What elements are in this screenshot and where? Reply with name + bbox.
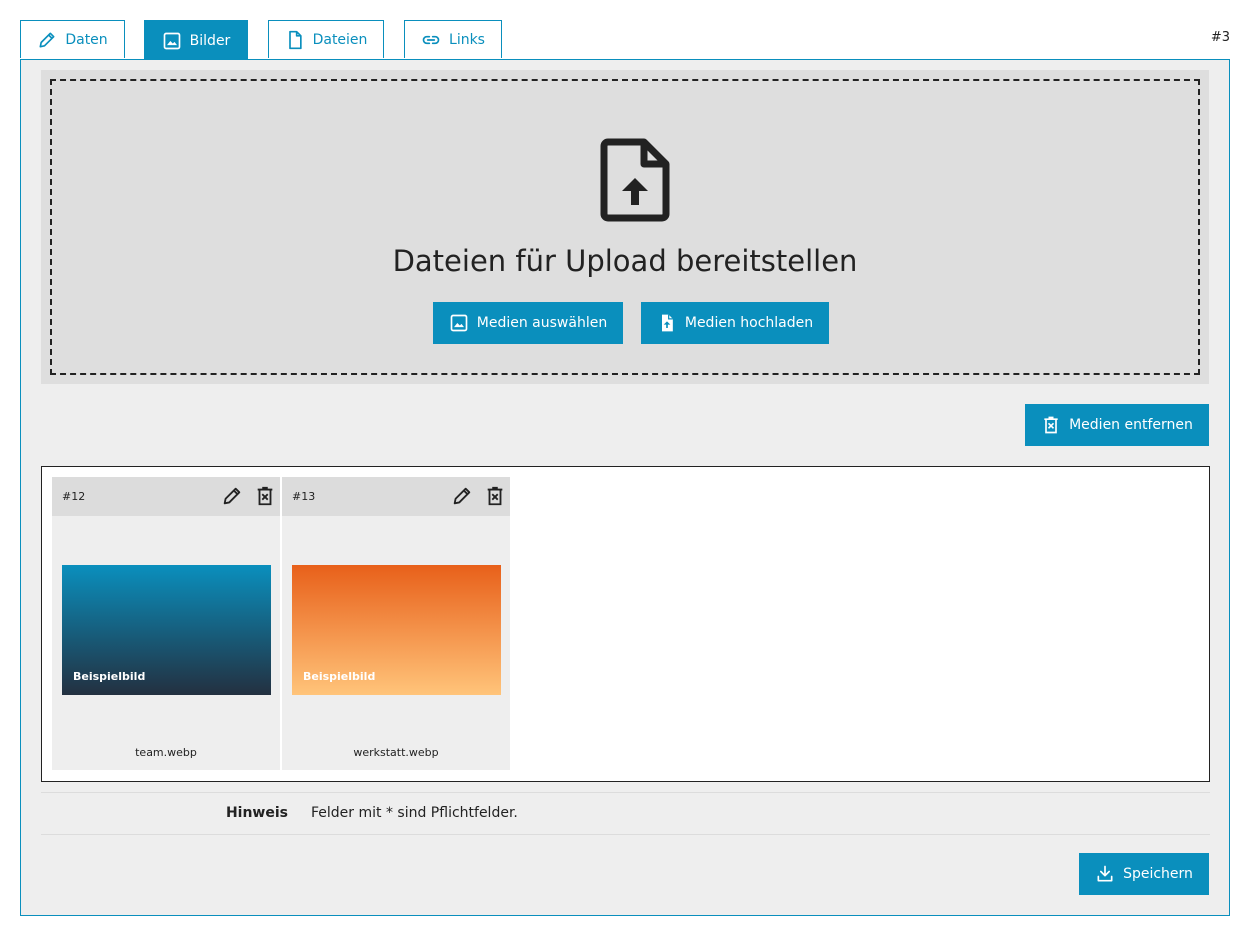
media-filename: team.webp <box>135 746 197 759</box>
file-upload-icon <box>600 138 670 222</box>
trash-icon <box>1044 416 1058 434</box>
file-upload-icon <box>661 314 673 332</box>
delete-media-button[interactable] <box>484 485 506 507</box>
media-panel: Dateien für Upload bereitstellen Medien … <box>20 59 1230 916</box>
dropzone-border: Dateien für Upload bereitstellen Medien … <box>50 79 1200 375</box>
file-icon <box>288 30 302 49</box>
upload-dropzone[interactable]: Dateien für Upload bereitstellen Medien … <box>41 70 1209 384</box>
button-label: Speichern <box>1123 866 1193 882</box>
hint-label: Hinweis <box>225 805 288 821</box>
delete-media-button[interactable] <box>254 485 276 507</box>
media-thumbnail: Beispielbild <box>292 565 501 695</box>
thumbnail-caption: Beispielbild <box>73 670 146 683</box>
media-card[interactable]: #12 Beispielbild team.webp <box>52 477 280 770</box>
dropzone-title: Dateien für Upload bereitstellen <box>392 244 858 278</box>
hint-row: Hinweis Felder mit * sind Pflichtfelder. <box>41 792 1210 835</box>
hint-text: Felder mit * sind Pflichtfelder. <box>311 805 518 821</box>
tab-label: Bilder <box>189 32 231 49</box>
edit-media-button[interactable] <box>451 485 473 507</box>
upload-media-button[interactable]: Medien hochladen <box>641 302 829 344</box>
media-id: #12 <box>62 490 86 503</box>
tab-links[interactable]: Links <box>404 20 502 58</box>
pencil-icon <box>453 487 471 505</box>
button-label: Medien auswählen <box>476 315 608 331</box>
button-label: Medien hochladen <box>684 315 814 331</box>
media-card[interactable]: #13 Beispielbild werkstatt.webp <box>282 477 510 770</box>
image-icon <box>450 314 468 332</box>
select-media-button[interactable]: Medien auswählen <box>433 302 623 344</box>
save-button[interactable]: Speichern <box>1079 853 1209 895</box>
trash-icon <box>487 486 503 506</box>
card-header: #12 <box>52 477 280 516</box>
media-id: #13 <box>292 490 316 503</box>
image-icon <box>163 32 181 49</box>
thumbnail-caption: Beispielbild <box>303 670 376 683</box>
tab-label: Links <box>449 31 485 48</box>
button-label: Medien entfernen <box>1069 417 1193 433</box>
remove-media-button[interactable]: Medien entfernen <box>1025 404 1209 446</box>
tab-daten[interactable]: Daten <box>20 20 125 58</box>
card-header: #13 <box>282 477 510 516</box>
download-icon <box>1097 865 1113 882</box>
tab-label: Daten <box>65 31 108 48</box>
link-icon <box>422 35 440 44</box>
tab-dateien[interactable]: Dateien <box>268 20 384 58</box>
media-thumbnail: Beispielbild <box>62 565 271 695</box>
pencil-icon <box>223 487 241 505</box>
record-id: #3 <box>1210 30 1230 45</box>
trash-icon <box>257 486 273 506</box>
media-filename: werkstatt.webp <box>353 746 439 759</box>
pencil-icon <box>39 32 55 48</box>
tab-label: Dateien <box>312 31 368 48</box>
tab-bilder[interactable]: Bilder <box>144 20 248 60</box>
media-list: #12 Beispielbild team.webp #13 Beispielb… <box>41 466 1210 782</box>
edit-media-button[interactable] <box>221 485 243 507</box>
